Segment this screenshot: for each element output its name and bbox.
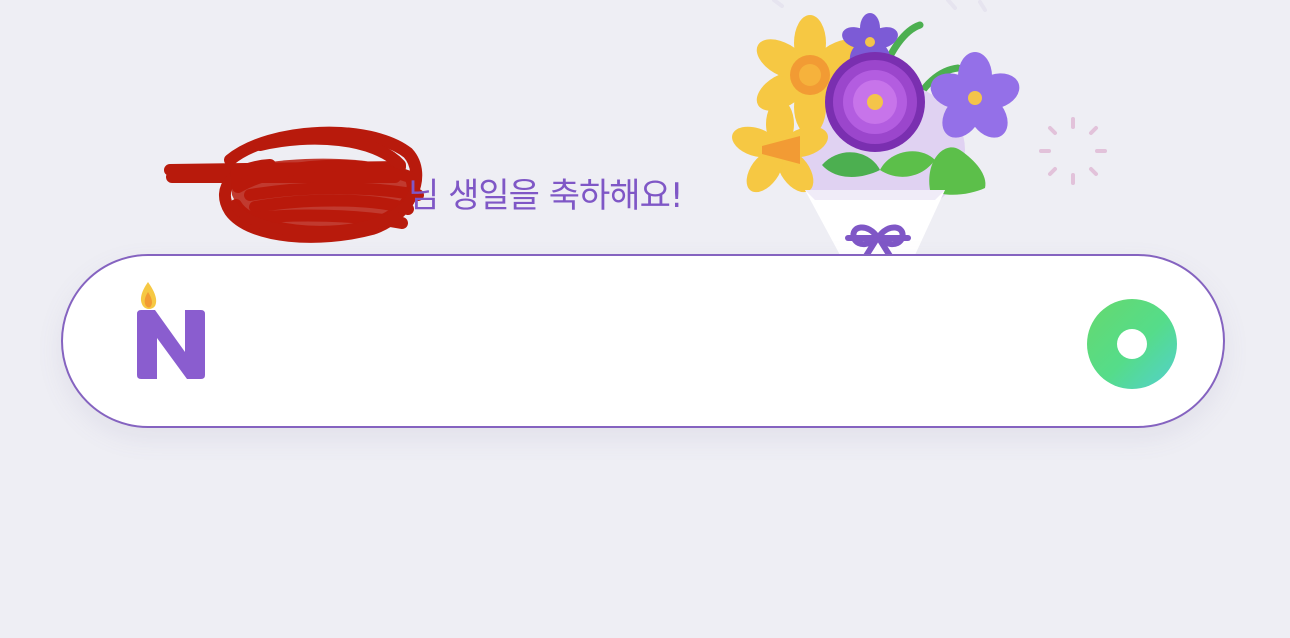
redaction-scribble bbox=[164, 126, 424, 243]
search-button[interactable] bbox=[1087, 299, 1177, 389]
search-bar bbox=[61, 254, 1225, 428]
birthday-candle-n-logo-icon[interactable] bbox=[133, 280, 213, 382]
birthday-greeting: 님 생일을 축하해요! bbox=[408, 176, 683, 216]
search-input[interactable] bbox=[248, 304, 1062, 386]
sparkle-icon bbox=[1039, 117, 1107, 185]
flower-bouquet-icon bbox=[732, 0, 1020, 259]
search-ring-icon bbox=[1117, 329, 1147, 359]
